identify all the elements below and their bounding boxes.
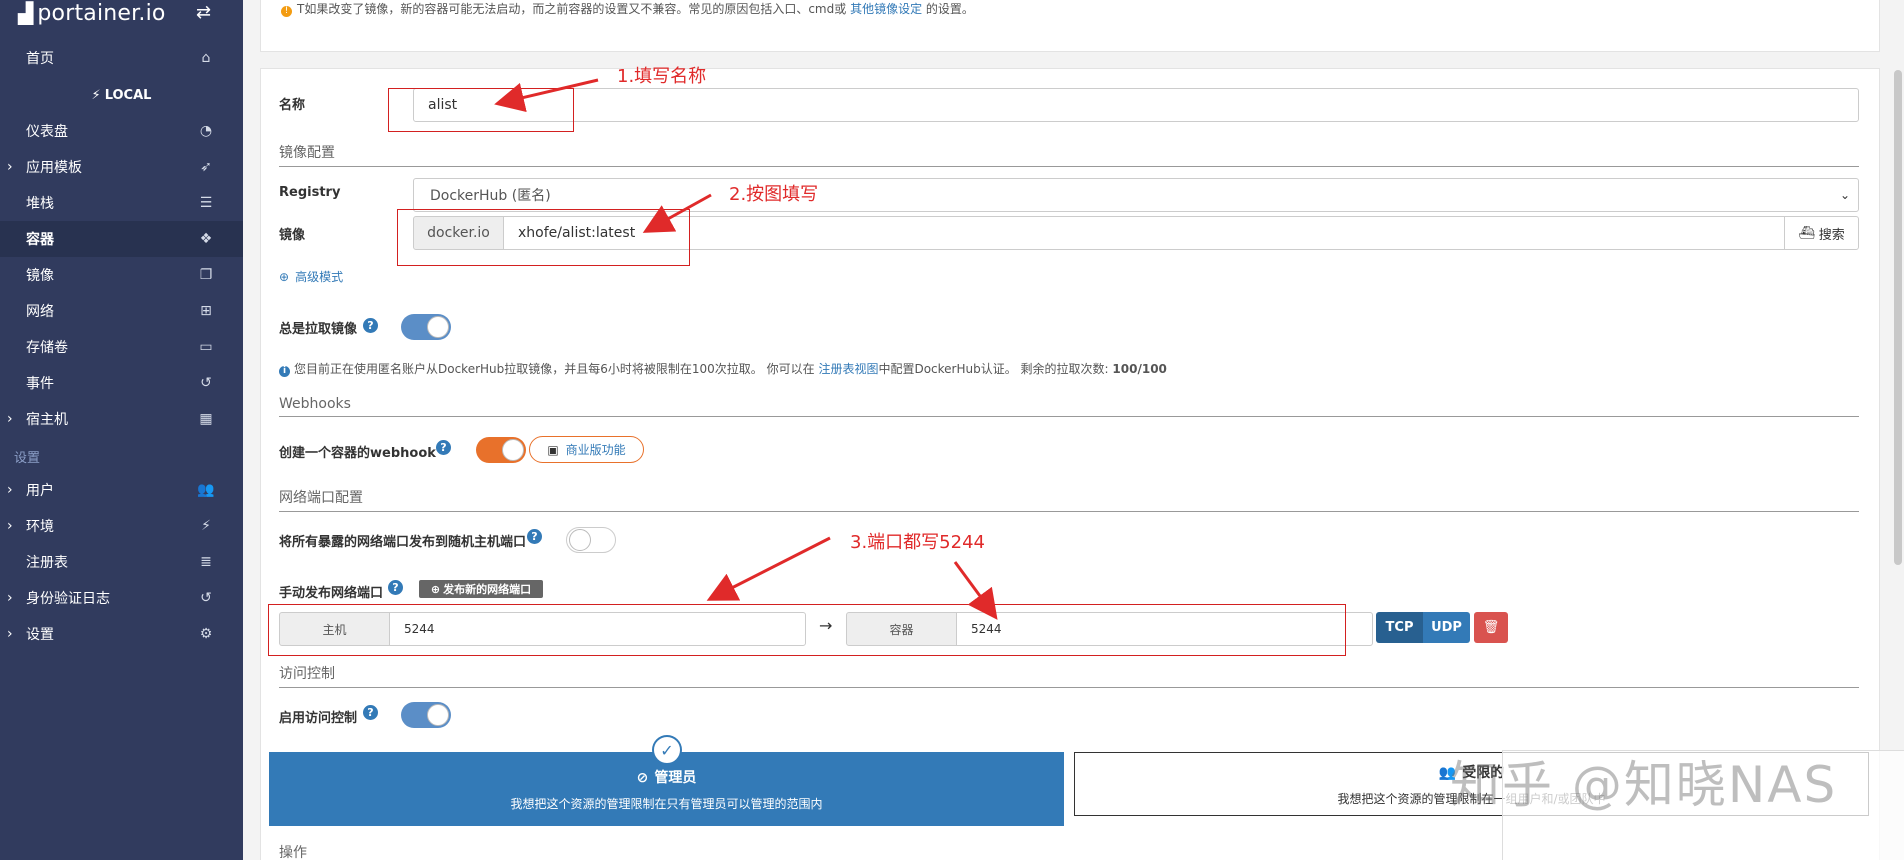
help-icon[interactable]: ? — [363, 705, 378, 720]
chevron-right-icon: › — [7, 626, 13, 642]
image-change-warning: ! T如果改变了镜像，新的容器可能无法启动，而之前容器的设置又不兼容。常见的原因包… — [281, 0, 974, 17]
cogs-icon: ⚙ — [199, 626, 213, 642]
cubes-icon: ❖ — [199, 231, 213, 247]
chevron-right-icon: › — [7, 411, 13, 427]
sidebar-item-app-templates[interactable]: › 应用模板 ➶ — [0, 149, 243, 185]
sidebar-item-registries[interactable]: 注册表 ≣ — [0, 544, 243, 580]
sidebar-item-home[interactable]: 首页 ⌂ — [0, 40, 243, 76]
annotation-box-image — [397, 209, 690, 266]
chevron-right-icon: › — [7, 482, 13, 498]
chevron-right-icon: › — [7, 590, 13, 606]
publish-all-toggle[interactable] — [566, 527, 616, 553]
help-icon[interactable]: ? — [527, 529, 542, 544]
image-input[interactable]: xhofe/alist:latest — [503, 216, 1785, 250]
sidebar: ▟ portainer.io ⇄ 首页 ⌂ ⚡ LOCAL 仪表盘 ◔ › 应用… — [0, 0, 243, 860]
webhook-label: 创建一个容器的webhook — [279, 446, 436, 461]
image-config-title: 镜像配置 — [279, 142, 1859, 167]
clone-icon: ❐ — [199, 267, 213, 283]
rocket-icon: ➶ — [200, 159, 212, 175]
sidebar-item-dashboard[interactable]: 仪表盘 ◔ — [0, 113, 243, 149]
docker-icon: ⛴ — [1798, 225, 1815, 241]
name-label: 名称 — [279, 98, 306, 113]
help-icon[interactable]: ? — [388, 580, 403, 595]
sidebar-item-stacks[interactable]: 堆栈 ☰ — [0, 185, 243, 221]
globe-icon: ⊕ — [279, 270, 290, 284]
registry-label: Registry — [279, 185, 341, 200]
plus-circle-icon: ⊕ — [430, 582, 441, 596]
business-feature-badge[interactable]: ▣ 商业版功能 — [529, 436, 644, 463]
sitemap-icon: ⊞ — [200, 303, 212, 319]
home-icon: ⌂ — [201, 50, 211, 66]
registry-view-link[interactable]: 注册表视图 — [818, 362, 878, 376]
hdd-icon: ▭ — [199, 339, 213, 355]
chevron-down-icon: ⌄ — [1839, 188, 1850, 202]
sidebar-item-auth-logs[interactable]: › 身份验证日志 ↺ — [0, 580, 243, 616]
sidebar-item-images[interactable]: 镜像 ❐ — [0, 257, 243, 293]
users-icon: 👥 — [197, 482, 215, 498]
annotation-box-ports — [268, 604, 1346, 656]
help-icon[interactable]: ? — [363, 318, 378, 333]
udp-button[interactable]: UDP — [1423, 612, 1470, 643]
chevron-right-icon: › — [7, 159, 13, 175]
always-pull-toggle[interactable] — [401, 314, 451, 340]
selected-check-icon: ✓ — [652, 735, 682, 765]
zhihu-watermark: 知乎 @知晓NAS — [1450, 756, 1838, 814]
plug-icon: ⚡ — [91, 87, 101, 103]
list-icon: ☰ — [199, 195, 213, 211]
access-control-toggle[interactable] — [401, 702, 451, 728]
access-control-title: 访问控制 — [279, 663, 1859, 688]
sidebar-item-settings[interactable]: › 设置 ⚙ — [0, 616, 243, 652]
portainer-logo-icon: ▟ — [18, 1, 34, 25]
network-port-config-title: 网络端口配置 — [279, 487, 1859, 512]
dockerhub-pull-info: i 您目前正在使用匿名账户从DockerHub拉取镜像，并且每6小时将被限制在10… — [279, 360, 1167, 377]
access-control-label: 启用访问控制 — [279, 711, 358, 726]
sidebar-item-containers[interactable]: 容器 ❖ — [0, 221, 243, 257]
grid-icon: ▦ — [199, 411, 213, 427]
search-image-button[interactable]: ⛴ 搜索 — [1784, 216, 1859, 250]
publish-all-label: 将所有暴露的网络端口发布到随机主机端口 — [279, 535, 527, 550]
trash-icon: 🗑 — [1482, 620, 1500, 635]
sidebar-item-networks[interactable]: 网络 ⊞ — [0, 293, 243, 329]
sidebar-item-environments[interactable]: › 环境 ⚡ — [0, 508, 243, 544]
settings-heading: 设置 — [14, 451, 41, 466]
sidebar-item-host[interactable]: › 宿主机 ▦ — [0, 401, 243, 437]
briefcase-icon: ▣ — [547, 442, 559, 457]
annotation-step1: 1.填写名称 — [617, 66, 707, 87]
scrollbar[interactable] — [1894, 70, 1902, 565]
sidebar-toggle-icon[interactable]: ⇄ — [196, 2, 211, 23]
other-image-settings-link[interactable]: 其他镜像设定 — [850, 2, 922, 16]
annotation-step3: 3.端口都写5244 — [850, 532, 985, 553]
endpoint-local: ⚡ LOCAL — [91, 87, 152, 103]
webhooks-title: Webhooks — [279, 396, 1859, 417]
plug-icon: ⚡ — [201, 518, 211, 534]
history-icon: ↺ — [200, 375, 212, 391]
history-icon: ↺ — [200, 590, 212, 606]
publish-new-port-button[interactable]: ⊕ 发布新的网络端口 — [419, 580, 543, 598]
sidebar-item-volumes[interactable]: 存储卷 ▭ — [0, 329, 243, 365]
sidebar-item-events[interactable]: 事件 ↺ — [0, 365, 243, 401]
brand-logo[interactable]: ▟ portainer.io — [18, 0, 166, 26]
annotation-step2: 2.按图填写 — [729, 184, 819, 205]
warning-icon: ! — [281, 6, 292, 17]
eye-slash-icon: ⊘ — [636, 769, 649, 786]
registry-select[interactable]: DockerHub (匿名) ⌄ — [413, 178, 1859, 212]
chevron-right-icon: › — [7, 518, 13, 534]
annotation-box-name — [388, 88, 574, 132]
always-pull-label: 总是拉取镜像 — [279, 322, 358, 337]
name-input[interactable]: alist — [413, 88, 1859, 122]
webhook-toggle[interactable] — [476, 437, 526, 463]
advanced-mode-link[interactable]: ⊕ 高级模式 — [279, 268, 343, 285]
manual-publish-label: 手动发布网络端口 — [279, 586, 384, 601]
database-icon: ≣ — [200, 554, 212, 570]
sidebar-item-users[interactable]: › 用户 👥 — [0, 472, 243, 508]
tcp-button[interactable]: TCP — [1376, 612, 1423, 643]
remove-port-button[interactable]: 🗑 — [1474, 612, 1508, 643]
image-label: 镜像 — [279, 228, 306, 243]
info-icon: i — [279, 366, 290, 377]
help-icon[interactable]: ? — [436, 440, 451, 455]
dashboard-icon: ◔ — [199, 123, 213, 139]
